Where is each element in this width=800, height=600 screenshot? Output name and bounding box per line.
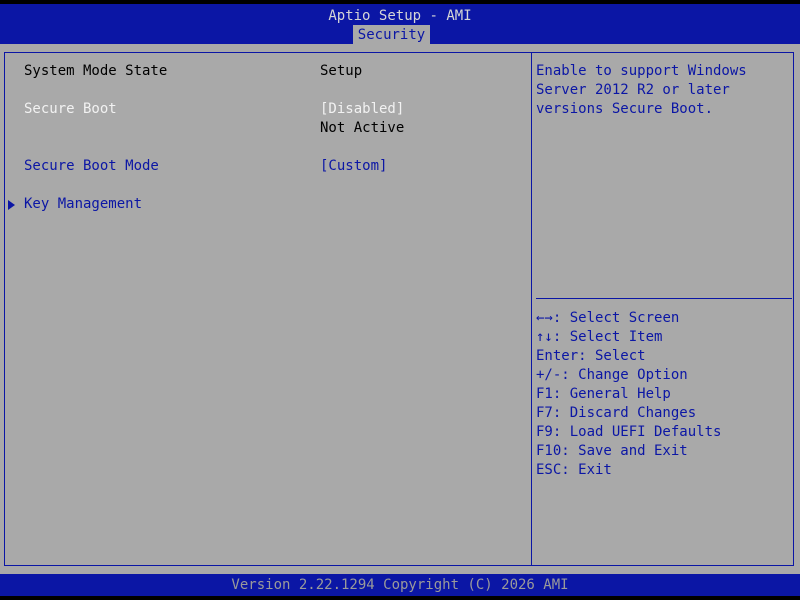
key-select-item: ↑↓: Select Item bbox=[536, 328, 662, 347]
secure-boot-value[interactable]: [Disabled] bbox=[320, 100, 404, 119]
system-mode-state-label: System Mode State bbox=[24, 63, 168, 79]
arrows-up-down-icon: ↑↓: bbox=[536, 329, 562, 345]
key-enter: Enter: Select bbox=[536, 348, 646, 364]
key-exit: ESC: Exit bbox=[536, 462, 612, 478]
tab-security[interactable]: Security bbox=[353, 25, 430, 44]
title-bar: Aptio Setup - AMI Security bbox=[0, 4, 800, 44]
key-select-screen: ←→: Select Screen bbox=[536, 309, 679, 328]
key-discard-changes: F7: Discard Changes bbox=[536, 405, 697, 421]
arrows-left-right-icon: ←→: bbox=[536, 310, 562, 326]
secure-boot-status: Not Active bbox=[320, 120, 405, 136]
key-select-screen-text: Select Screen bbox=[561, 310, 680, 326]
system-mode-state-value: Setup bbox=[320, 63, 363, 79]
key-management-item[interactable]: Key Management bbox=[24, 195, 142, 214]
key-general-help: F1: General Help bbox=[536, 386, 671, 402]
version-copyright: Version 2.22.1294 Copyright (C) 2026 AMI bbox=[231, 577, 569, 593]
help-divider bbox=[536, 298, 792, 299]
help-text-line: versions Secure Boot. bbox=[536, 101, 714, 117]
panel-divider bbox=[531, 52, 532, 566]
key-save-exit: F10: Save and Exit bbox=[536, 443, 688, 459]
app-title: Aptio Setup - AMI bbox=[328, 8, 472, 24]
secure-boot-mode-label[interactable]: Secure Boot Mode bbox=[24, 157, 159, 176]
key-load-defaults: F9: Load UEFI Defaults bbox=[536, 424, 722, 440]
key-select-item-text: Select Item bbox=[561, 329, 663, 345]
secure-boot-mode-value[interactable]: [Custom] bbox=[320, 157, 387, 176]
help-text-line: Enable to support Windows bbox=[536, 63, 747, 79]
submenu-arrow-icon bbox=[8, 200, 15, 210]
secure-boot-label[interactable]: Secure Boot bbox=[24, 100, 117, 119]
footer-bar: Version 2.22.1294 Copyright (C) 2026 AMI bbox=[0, 574, 800, 596]
help-text-line: Server 2012 R2 or later bbox=[536, 82, 730, 98]
key-change-option: +/-: Change Option bbox=[536, 367, 688, 383]
main-panel: System Mode State Setup Secure Boot [Dis… bbox=[0, 44, 800, 574]
